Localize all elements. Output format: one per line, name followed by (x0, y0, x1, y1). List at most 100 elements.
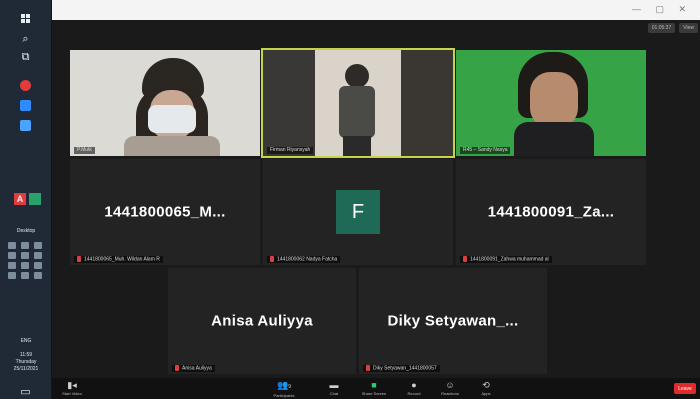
chat-button[interactable]: ▬ Chat (314, 380, 354, 397)
participant-pants (343, 136, 371, 156)
record-button[interactable]: ● Record (394, 380, 434, 397)
tray-icon[interactable] (34, 272, 42, 279)
participant-tile[interactable]: Anisa Auliyya Anisa Auliyya (168, 268, 356, 374)
participant-shirt (124, 136, 220, 156)
language-indicator[interactable]: ENG (0, 338, 52, 344)
share-screen-icon: ■ (371, 380, 377, 390)
window-controls[interactable]: — ▢ ✕ (632, 4, 692, 15)
acrobat-icon[interactable]: A (14, 193, 26, 205)
chat-label: Chat (329, 391, 339, 396)
participant-tile-active-speaker[interactable]: Firman Riyansyah (261, 48, 455, 158)
windows-icon[interactable] (19, 12, 33, 26)
start-video-button[interactable]: ▮◂ Start Video (52, 380, 92, 397)
tray-icon[interactable] (8, 272, 16, 279)
apps-button[interactable]: ⟲ Apps (466, 380, 506, 397)
meeting-timer: 01:05:37 (647, 23, 676, 33)
clock-date: 25/11/2021 (13, 366, 39, 372)
participant-name-caption: Anisa Auliyya (172, 364, 215, 372)
face-mask (148, 105, 196, 133)
share-screen-button[interactable]: ■ Share Screen (354, 380, 394, 397)
participant-name-caption: P.Mutk (74, 147, 95, 154)
tray-icon[interactable] (21, 272, 29, 279)
reactions-button[interactable]: ☺ Reactions (430, 380, 470, 397)
tray-icon[interactable] (8, 262, 16, 269)
participants-icon: 👥9 (277, 380, 291, 390)
participant-name: R45 – Sandy Nasya (463, 147, 508, 153)
chrome-icon[interactable] (19, 78, 33, 92)
participant-avatar: F (336, 190, 380, 234)
muted-mic-icon (270, 255, 274, 262)
participant-name: 1441800065_Muh. Wildan Alam R (84, 256, 160, 262)
participant-shirt (339, 86, 375, 138)
view-button[interactable]: View (679, 23, 698, 33)
participant-tile[interactable]: Diky Setyawan_... Diky Setyawan_14418000… (359, 268, 547, 374)
meeting-stage: 01:05:37 View P.Mutk Firman Riyansyah R4… (52, 20, 700, 378)
clock-time: 11:59 (19, 352, 33, 358)
meeting-toolbar: ▮◂ Start Video 👥9 Participants ▬ Chat ■ … (52, 378, 700, 399)
meeting-top-controls: 01:05:37 View (647, 23, 698, 33)
zoom-app-icon[interactable] (19, 118, 33, 132)
system-tray (8, 242, 44, 279)
leave-button[interactable]: Leave (674, 383, 696, 394)
participant-tile[interactable]: R45 – Sandy Nasya (456, 50, 646, 156)
participant-name-caption: Firman Riyansyah (267, 147, 314, 154)
participant-name-caption: Diky Setyawan_1441800057 (363, 364, 440, 372)
notifications-icon[interactable]: ▭ (19, 384, 33, 398)
participant-name-caption: R45 – Sandy Nasya (460, 147, 511, 154)
participant-name-caption: 1441800062 Nadya Fatcha (267, 255, 341, 263)
participant-head (345, 64, 369, 88)
video-wall-dark (263, 50, 315, 156)
reactions-label: Reactions (441, 391, 459, 396)
participant-display-name: 1441800091_Za... (487, 203, 615, 221)
tray-icon[interactable] (34, 262, 42, 269)
share-screen-label: Share Screen (361, 391, 387, 396)
participant-tile[interactable]: F 1441800062 Nadya Fatcha (263, 159, 453, 265)
search-icon[interactable]: ⌕ (19, 32, 33, 46)
participant-face (530, 72, 578, 128)
apps-icon: ⟲ (482, 380, 490, 390)
participant-tile[interactable]: 1441800091_Za... 1441800091_Zahwa muhamm… (456, 159, 646, 265)
muted-mic-icon (463, 255, 467, 262)
chat-icon: ▬ (329, 380, 339, 390)
start-video-label: Start Video (62, 391, 82, 396)
muted-mic-icon (366, 364, 370, 371)
participants-button[interactable]: 👥9 Participants (264, 380, 304, 399)
participant-display-name: Anisa Auliyya (211, 312, 313, 330)
participant-shirt (514, 122, 594, 156)
participant-display-name: 1441800065_M... (104, 203, 226, 221)
participants-count: 9 (288, 384, 291, 390)
tray-icon[interactable] (8, 242, 16, 249)
muted-mic-icon (175, 364, 179, 371)
windows-taskbar: ⌕ ⧉ A Desktop ENG 11:59 Thursday 25/11/2… (0, 0, 52, 399)
participant-tile[interactable]: 1441800065_M... 1441800065_Muh. Wildan A… (70, 159, 260, 265)
app-green-icon[interactable] (29, 193, 41, 205)
participant-tile[interactable]: P.Mutk (70, 50, 260, 156)
tray-icon[interactable] (21, 262, 29, 269)
video-door (401, 50, 453, 156)
participant-name: 1441800091_Zahwa muhammad al (470, 256, 549, 262)
participant-name: 1441800062 Nadya Fatcha (277, 256, 338, 262)
apps-label: Apps (481, 391, 491, 396)
clock-day: Thursday (15, 359, 37, 365)
taskbar-clock[interactable]: 11:59 Thursday 25/11/2021 (0, 352, 52, 373)
participant-name: Diky Setyawan_1441800057 (373, 365, 437, 371)
muted-mic-icon (77, 255, 81, 262)
tray-icon[interactable] (34, 242, 42, 249)
app-icon[interactable] (19, 98, 33, 112)
tray-icon[interactable] (21, 252, 29, 259)
participant-name: Anisa Auliyya (182, 365, 212, 371)
tray-icon[interactable] (21, 242, 29, 249)
participants-label: Participants (273, 393, 295, 398)
video-off-icon: ▮◂ (67, 380, 77, 390)
task-view-icon[interactable]: ⧉ (19, 50, 33, 64)
participant-name: Firman Riyansyah (270, 147, 311, 153)
tray-icon[interactable] (8, 252, 16, 259)
desktop-label[interactable]: Desktop (0, 228, 52, 234)
window-title-strip: — ▢ ✕ (0, 0, 700, 20)
tray-icon[interactable] (34, 252, 42, 259)
screen: — ▢ ✕ ⌕ ⧉ A Desktop ENG 11:59 Thursday 2… (0, 0, 700, 399)
record-label: Record (407, 391, 421, 396)
participant-name-caption: 1441800065_Muh. Wildan Alam R (74, 255, 163, 263)
participant-name: P.Mutk (77, 147, 92, 153)
reactions-icon: ☺ (445, 380, 455, 390)
